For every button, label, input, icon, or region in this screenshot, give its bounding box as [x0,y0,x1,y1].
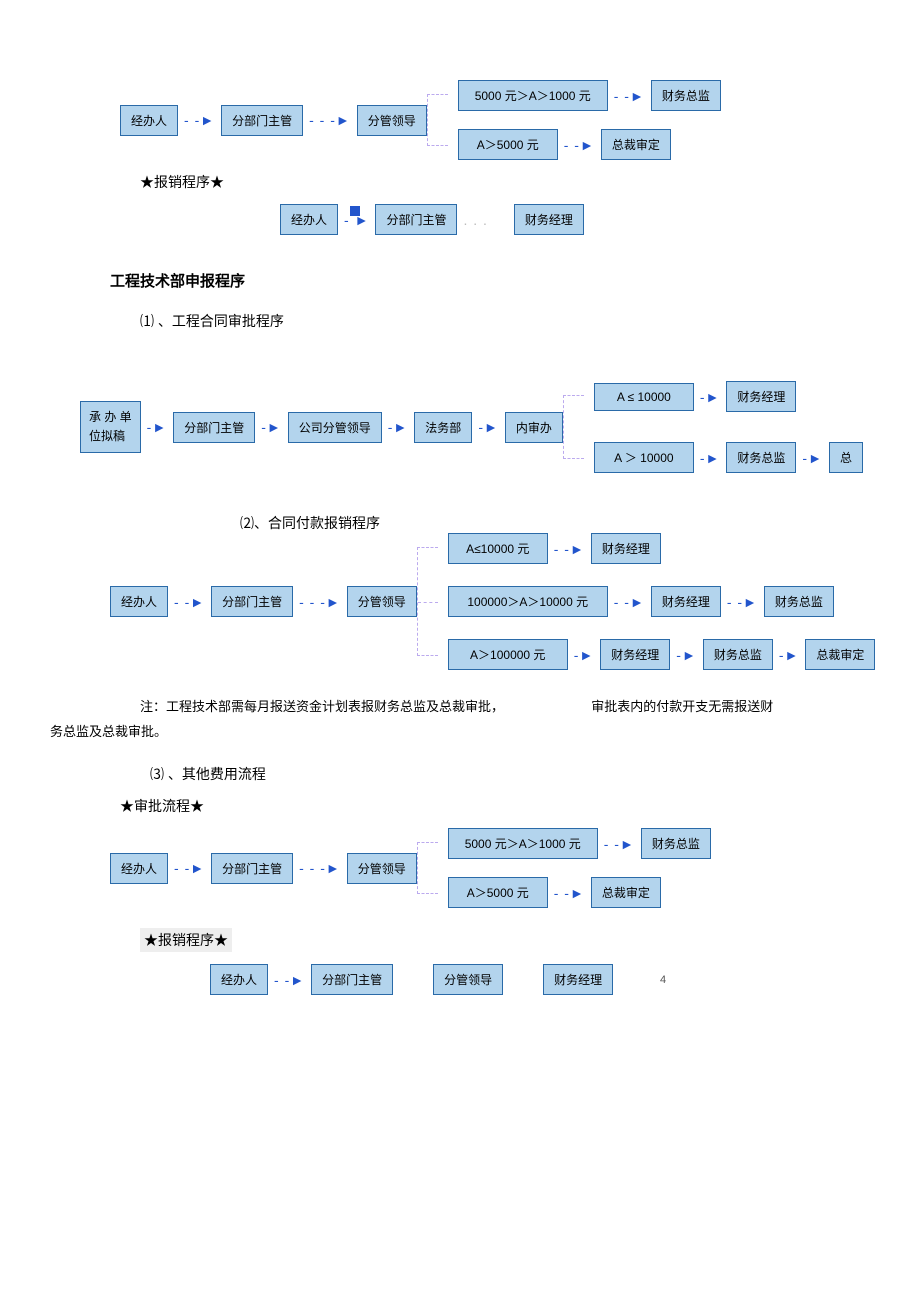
node-ceo-decision: 总裁审定 [805,639,875,670]
sub-contract-payment: ⑵、合同付款报销程序 [240,513,900,533]
label-approval-flow: ★审批流程★ [120,796,900,816]
sub-other-expense: ⑶ 、其他费用流程 [150,764,900,784]
node-ceo-decision: 总裁审定 [601,129,671,160]
arrow-icon: -► [147,419,168,435]
condition-le-10000: A≤10000 元 [448,533,548,564]
arrow-icon: -► [478,419,499,435]
node-dept-head: 分部门主管 [221,105,303,136]
sub-contract-approval: ⑴ 、工程合同审批程序 [140,311,900,331]
arrow-icon: - -► [554,541,585,557]
arrow-icon: -► [700,450,721,466]
node-dept-head: 分部门主管 [375,204,457,235]
arrow-icon: - - -► [309,112,351,128]
condition-gt-10000: A ＞ 10000 [594,442,694,473]
node-audit-office: 内审办 [505,412,563,443]
node-handler: 经办人 [110,586,168,617]
flow-contract-approval: 承 办 单 位拟稿 -► 分部门主管 -► 公司分管领导 -► 法务部 -► 内… [80,381,900,473]
node-handler: 经办人 [120,105,178,136]
arrow-icon: - -► [727,594,758,610]
page-number: 4 [660,974,666,986]
arrow-icon: - -► [564,137,595,153]
node-draft-unit: 承 办 单 位拟稿 [80,401,141,453]
flow-other-approval: 经办人 - -► 分部门主管 - - -► 分管领导 5000 元＞A＞1000… [110,828,900,908]
note-monthly-plan: 注：工程技术部需每月报送资金计划表报财务总监及总裁审批， 审批表内的付款开支无需… [140,695,900,744]
heading-engineering-dept: 工程技术部申报程序 [110,270,900,291]
condition-range-1000-5000: 5000 元＞A＞1000 元 [448,828,598,859]
flow-approval-top: 经办人 - -► 分部门主管 - - -► 分管领导 5000 元＞A＞1000… [120,80,900,160]
node-legal: 法务部 [414,412,472,443]
condition-range-1000-5000: 5000 元＞A＞1000 元 [458,80,608,111]
node-cfo: 财务总监 [703,639,773,670]
decision-split: 5000 元＞A＞1000 元 - -► 财务总监 A＞5000 元 - -► … [427,80,721,160]
condition-le-10000: A ≤ 10000 [594,383,694,411]
arrow-icon: - ► [344,212,369,228]
node-ceo-decision: 总裁审定 [591,877,661,908]
node-fin-manager: 财务经理 [600,639,670,670]
condition-gt-100000: A＞100000 元 [448,639,568,670]
arrow-icon: - -► [174,860,205,876]
node-fin-manager: 财务经理 [651,586,721,617]
arrow-icon: -► [261,419,282,435]
decision-split-3way: A≤10000 元 - -► 财务经理 100000＞A＞10000 元 - -… [417,533,876,670]
node-handler: 经办人 [280,204,338,235]
arrow-icon: . . . [463,212,487,228]
node-leader: 分管领导 [347,586,417,617]
node-dept-head: 分部门主管 [311,964,393,995]
text-line: 审批表内的付款开支无需报送财 [591,699,773,714]
node-company-leader: 公司分管领导 [288,412,382,443]
flow-other-reimburse: 经办人 - -► 分部门主管 分管领导 财务经理 4 [210,964,900,995]
node-fin-manager: 财务经理 [514,204,584,235]
node-fin-manager: 财务经理 [543,964,613,995]
node-handler: 经办人 [210,964,268,995]
arrow-icon: - -► [614,88,645,104]
node-leader: 分管领导 [347,853,417,884]
arrow-icon: - -► [554,885,585,901]
node-leader: 分管领导 [433,964,503,995]
flow-contract-payment: 经办人 - -► 分部门主管 - - -► 分管领导 A≤10000 元 - -… [110,533,900,670]
decision-split: A ≤ 10000 -► 财务经理 A ＞ 10000 -► 财务总监 -► 总 [563,381,863,473]
arrow-icon: -► [802,450,823,466]
node-leader: 分管领导 [357,105,427,136]
arrow-icon: - -► [614,594,645,610]
condition-gt-5000: A＞5000 元 [448,877,548,908]
node-dept-head: 分部门主管 [173,412,255,443]
condition-gt-5000: A＞5000 元 [458,129,558,160]
arrow-icon: - - -► [299,594,341,610]
arrow-icon: -► [574,647,595,663]
arrow-icon: -► [676,647,697,663]
text-line: 承 办 单 [89,408,132,427]
arrow-icon: - -► [174,594,205,610]
decision-split: 5000 元＞A＞1000 元 - -► 财务总监 A＞5000 元 - -► … [417,828,711,908]
node-fin-manager: 财务经理 [726,381,796,412]
node-cfo: 财务总监 [641,828,711,859]
arrow-icon: - - -► [299,860,341,876]
text-line: 注：工程技术部需每月报送资金计划表报财务总监及总裁审批， [140,699,504,714]
node-fin-manager: 财务经理 [591,533,661,564]
text-line: 务总监及总裁审批。 [50,724,167,739]
arrow-icon: - -► [274,972,305,988]
condition-10000-100000: 100000＞A＞10000 元 [448,586,608,617]
node-dept-head: 分部门主管 [211,853,293,884]
arrow-icon: - -► [604,836,635,852]
label-reimburse-procedure: ★报销程序★ [140,172,900,192]
flow-reimburse-top: 经办人 - ► 分部门主管 . . . 财务经理 [280,204,900,235]
node-cfo: 财务总监 [651,80,721,111]
arrow-icon: -► [700,389,721,405]
arrow-icon: -► [779,647,800,663]
arrow-icon: -► [388,419,409,435]
label-reimburse-procedure-2: ★报销程序★ [140,928,232,952]
arrow-icon: - -► [184,112,215,128]
node-cfo: 财务总监 [764,586,834,617]
node-dept-head: 分部门主管 [211,586,293,617]
node-handler: 经办人 [110,853,168,884]
node-ceo-partial: 总 [829,442,863,473]
node-cfo: 财务总监 [726,442,796,473]
text-line: 位拟稿 [89,427,132,446]
